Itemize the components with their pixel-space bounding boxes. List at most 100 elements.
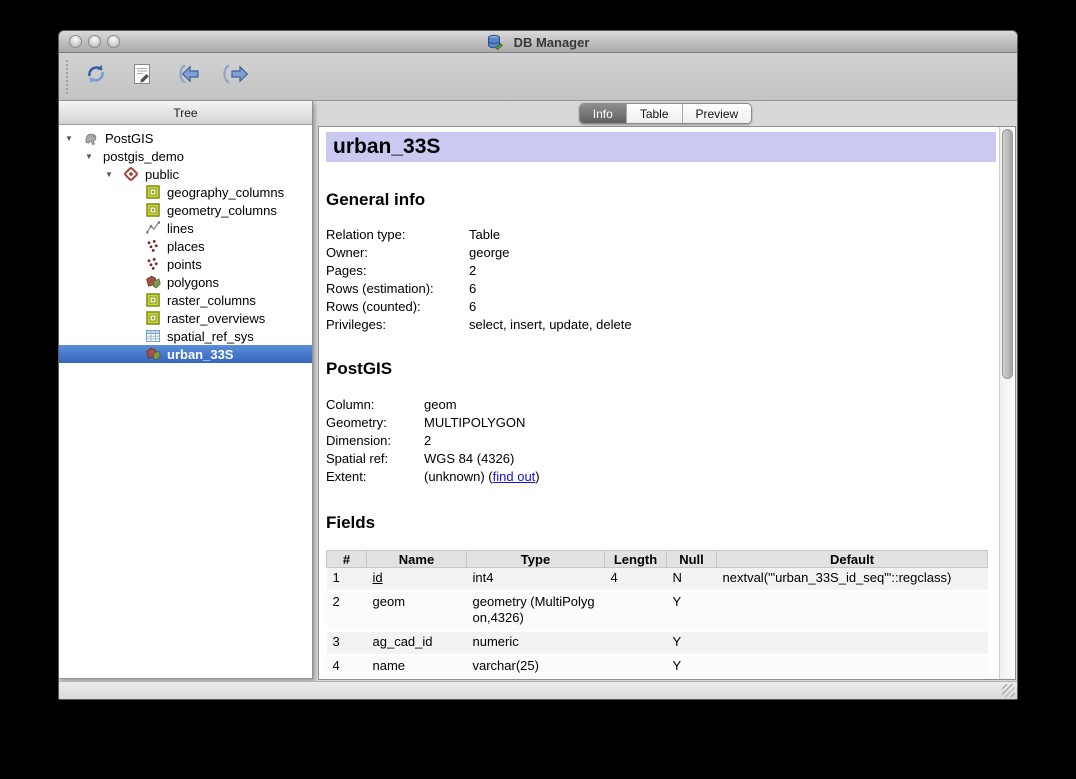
fields-cell: 1 <box>327 568 367 592</box>
tree-item-label: geography_columns <box>167 185 284 200</box>
tree-item-label: PostGIS <box>105 131 153 146</box>
tree-item-geography_columns[interactable]: geography_columns <box>59 183 312 201</box>
fields-cell: 3 <box>327 631 367 655</box>
tree-item-label: urban_33S <box>167 347 233 362</box>
fields-cell <box>605 655 667 679</box>
toolbar <box>59 53 1017 101</box>
table-title-band: urban_33S <box>326 132 996 162</box>
polygon-layer-icon <box>145 346 167 362</box>
tree-item-PostGIS[interactable]: ▼ PostGIS <box>59 129 312 147</box>
tree-item-label: raster_columns <box>167 293 256 308</box>
fields-column-header: # <box>327 551 367 568</box>
tree-item-public[interactable]: ▼ public <box>59 165 312 183</box>
info-value: 2 <box>424 432 431 450</box>
db-manager-app-icon <box>487 34 509 50</box>
db-manager-window: DB Manager Tree ▼PostGIS▼postgis_demo▼pu… <box>58 30 1018 700</box>
info-label: Spatial ref: <box>326 450 424 468</box>
info-value: WGS 84 (4326) <box>424 450 514 468</box>
scrollbar-thumb[interactable] <box>1002 129 1013 379</box>
info-label: Pages: <box>326 262 469 280</box>
fields-column-header: Length <box>605 551 667 568</box>
tree-item-places[interactable]: places <box>59 237 312 255</box>
polygon-layer-icon <box>145 274 167 290</box>
find-out-link[interactable]: find out <box>493 469 536 484</box>
postgis-heading: PostGIS <box>326 358 996 380</box>
tab-table[interactable]: Table <box>627 104 683 123</box>
sql-window-icon <box>130 62 154 91</box>
tab-info[interactable]: Info <box>580 104 627 123</box>
refresh-button[interactable] <box>78 60 114 94</box>
info-row: Geometry:MULTIPOLYGON <box>326 414 996 432</box>
disclosure-triangle-icon[interactable]: ▼ <box>85 152 103 161</box>
resize-grip-icon[interactable] <box>1002 684 1015 697</box>
info-row: Owner:george <box>326 244 996 262</box>
tree-item-lines[interactable]: lines <box>59 219 312 237</box>
info-label: Dimension: <box>326 432 424 450</box>
title-bar[interactable]: DB Manager <box>59 31 1017 53</box>
tree-item-label: points <box>167 257 202 272</box>
tree-item-spatial_ref_sys[interactable]: spatial_ref_sys <box>59 327 312 345</box>
fields-cell: geometry (MultiPolygon,4326) <box>467 591 605 631</box>
export-to-file-button[interactable] <box>216 60 252 94</box>
fields-column-header: Default <box>717 551 988 568</box>
srs-table-icon <box>145 328 167 344</box>
tree-item-points[interactable]: points <box>59 255 312 273</box>
general-info-list: Relation type:TableOwner:georgePages:2Ro… <box>326 226 996 334</box>
fields-cell: N <box>667 568 717 592</box>
tree-item-raster_columns[interactable]: raster_columns <box>59 291 312 309</box>
field-name-link[interactable]: id <box>373 570 383 585</box>
fields-cell <box>605 631 667 655</box>
info-value: (unknown) (find out) <box>424 468 540 486</box>
point-layer-icon <box>145 256 167 272</box>
line-layer-icon <box>145 220 167 236</box>
disclosure-triangle-icon[interactable]: ▼ <box>105 170 123 179</box>
tree-item-geometry_columns[interactable]: geometry_columns <box>59 201 312 219</box>
info-label: Geometry: <box>326 414 424 432</box>
refresh-icon <box>84 62 108 91</box>
tree-item-urban_33S[interactable]: urban_33S <box>59 345 312 363</box>
info-row: Rows (estimation):6 <box>326 280 996 298</box>
tab-strip: InfoTablePreview <box>314 101 1017 126</box>
fields-cell: nextval('"urban_33S_id_seq"'::regclass) <box>717 568 988 592</box>
import-layer-button[interactable] <box>170 60 206 94</box>
fields-column-header: Null <box>667 551 717 568</box>
info-label: Relation type: <box>326 226 469 244</box>
import-layer-icon <box>174 62 202 91</box>
tree-item-label: public <box>145 167 179 182</box>
info-value: 6 <box>469 280 476 298</box>
tree-item-postgis_demo[interactable]: ▼postgis_demo <box>59 147 312 165</box>
tree-item-label: postgis_demo <box>103 149 184 164</box>
info-row: Rows (counted):6 <box>326 298 996 316</box>
info-label: Privileges: <box>326 316 469 334</box>
postgis-elephant-icon <box>83 130 105 146</box>
tree-panel: Tree ▼PostGIS▼postgis_demo▼publicgeograp… <box>59 101 313 679</box>
tree-panel-title: Tree <box>173 106 197 120</box>
info-label: Rows (estimation): <box>326 280 469 298</box>
table-layer-icon <box>145 292 167 308</box>
info-value: Table <box>469 226 500 244</box>
general-info-heading: General info <box>326 189 996 211</box>
table-layer-icon <box>145 184 167 200</box>
schema-icon <box>123 166 145 182</box>
tree-item-polygons[interactable]: polygons <box>59 273 312 291</box>
fields-cell: 2 <box>327 591 367 631</box>
fields-heading: Fields <box>326 512 996 534</box>
table-layer-icon <box>145 310 167 326</box>
tab-preview[interactable]: Preview <box>683 104 752 123</box>
fields-cell: geom <box>367 591 467 631</box>
sql-window-button[interactable] <box>124 60 160 94</box>
fields-cell: Y <box>667 591 717 631</box>
disclosure-triangle-icon[interactable]: ▼ <box>65 134 83 143</box>
tree-item-label: polygons <box>167 275 219 290</box>
connections-tree: ▼PostGIS▼postgis_demo▼publicgeography_co… <box>59 125 312 363</box>
vertical-scrollbar[interactable] <box>999 127 1015 679</box>
tree-item-label: places <box>167 239 205 254</box>
export-to-file-icon <box>220 62 248 91</box>
info-panel: urban_33S General info Relation type:Tab… <box>318 126 1016 680</box>
info-value: geom <box>424 396 457 414</box>
tree-item-label: spatial_ref_sys <box>167 329 254 344</box>
info-value: 2 <box>469 262 476 280</box>
tree-item-raster_overviews[interactable]: raster_overviews <box>59 309 312 327</box>
toolbar-drag-handle[interactable] <box>66 60 68 94</box>
fields-cell <box>605 591 667 631</box>
